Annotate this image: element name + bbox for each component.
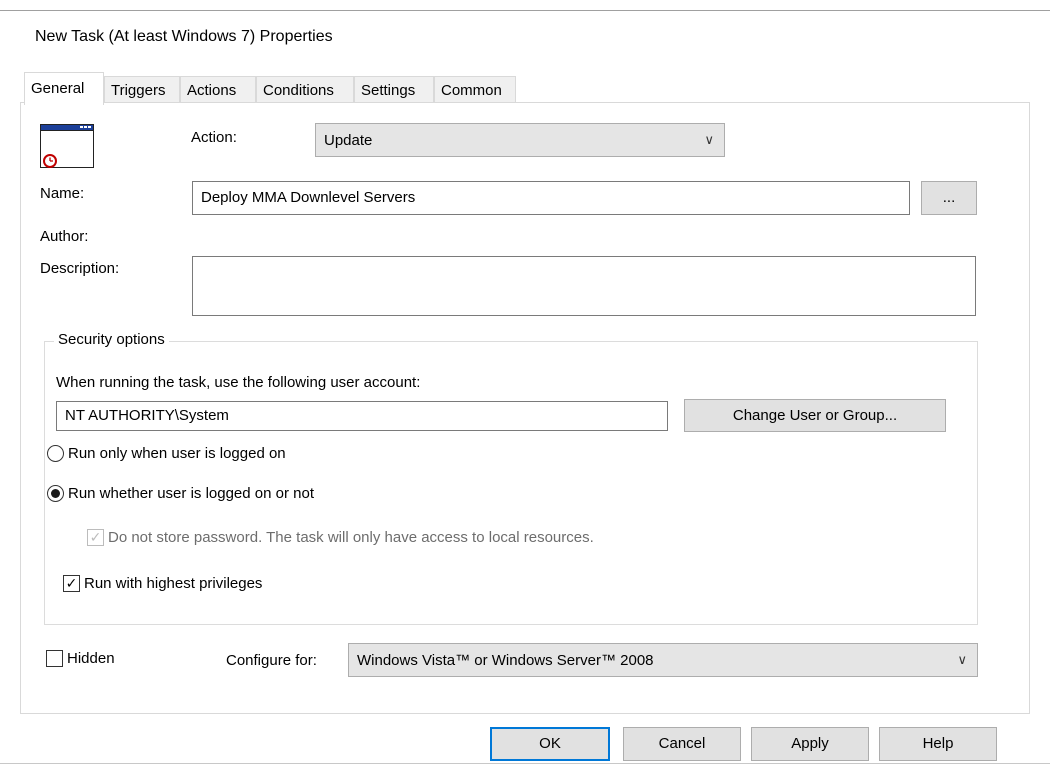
author-label: Author: bbox=[40, 228, 89, 245]
highest-privileges-checkbox[interactable]: ✓ bbox=[63, 575, 80, 592]
description-label: Description: bbox=[40, 260, 120, 277]
help-button[interactable]: Help bbox=[879, 727, 997, 761]
radio-run-logged-on[interactable] bbox=[47, 445, 64, 462]
tab-conditions[interactable]: Conditions bbox=[256, 76, 354, 103]
checkmark-icon: ✓ bbox=[65, 575, 78, 591]
name-field[interactable]: Deploy MMA Downlevel Servers bbox=[192, 181, 910, 215]
user-account-field[interactable]: NT AUTHORITY\System bbox=[56, 401, 668, 431]
description-textarea[interactable] bbox=[192, 256, 976, 316]
tab-actions[interactable]: Actions bbox=[180, 76, 256, 103]
tab-settings[interactable]: Settings bbox=[354, 76, 434, 103]
tab-general[interactable]: General bbox=[24, 72, 104, 105]
no-store-password-checkbox[interactable]: ✓ bbox=[87, 529, 104, 546]
action-label: Action: bbox=[191, 129, 237, 146]
browse-button[interactable]: ... bbox=[921, 181, 977, 215]
radio-run-whether[interactable] bbox=[47, 485, 64, 502]
account-prompt: When running the task, use the following… bbox=[56, 374, 421, 391]
cancel-button[interactable]: Cancel bbox=[623, 727, 741, 761]
ok-button[interactable]: OK bbox=[490, 727, 610, 761]
radio-run-logged-on-label: Run only when user is logged on bbox=[68, 445, 286, 462]
task-window-icon bbox=[40, 124, 94, 168]
chevron-down-icon: ∨ bbox=[957, 652, 967, 667]
apply-button[interactable]: Apply bbox=[751, 727, 869, 761]
action-select[interactable]: Update ∨ bbox=[315, 123, 725, 157]
radio-run-whether-label: Run whether user is logged on or not bbox=[68, 485, 314, 502]
checkmark-icon: ✓ bbox=[89, 529, 102, 545]
configure-for-value: Windows Vista™ or Windows Server™ 2008 bbox=[357, 652, 654, 669]
tab-triggers[interactable]: Triggers bbox=[104, 76, 180, 103]
name-label: Name: bbox=[40, 185, 85, 202]
hidden-checkbox[interactable] bbox=[46, 650, 63, 667]
no-store-password-label: Do not store password. The task will onl… bbox=[108, 529, 594, 546]
tab-common[interactable]: Common bbox=[434, 76, 516, 103]
top-divider bbox=[0, 10, 1050, 11]
change-user-button[interactable]: Change User or Group... bbox=[684, 399, 946, 432]
hidden-label: Hidden bbox=[67, 650, 115, 667]
action-select-value: Update bbox=[324, 132, 373, 149]
configure-for-label: Configure for: bbox=[226, 652, 317, 669]
bottom-divider bbox=[0, 763, 1050, 764]
configure-for-select[interactable]: Windows Vista™ or Windows Server™ 2008 ∨ bbox=[348, 643, 978, 677]
window-title: New Task (At least Windows 7) Properties bbox=[35, 28, 333, 45]
clock-icon bbox=[43, 154, 57, 168]
chevron-down-icon: ∨ bbox=[704, 132, 714, 147]
highest-privileges-label: Run with highest privileges bbox=[84, 575, 263, 592]
security-options-title: Security options bbox=[54, 331, 169, 348]
